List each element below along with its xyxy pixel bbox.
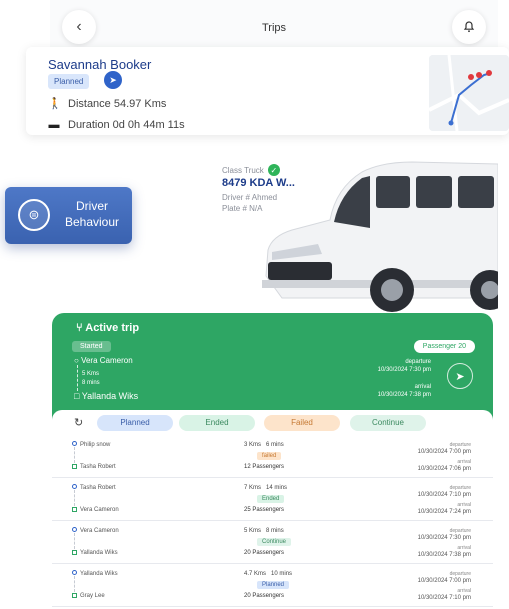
trip-passengers: 20 Passengers (244, 550, 285, 556)
trip-status-badge: Planned (257, 581, 290, 589)
trip-row[interactable]: Vera Cameron Yallanda Wiks 5 Kms 8 mins … (52, 522, 493, 564)
vehicle-class: Class Truck (222, 165, 264, 175)
trip-filter-bar: ↻ Planned Ended Failed Continue (52, 410, 493, 436)
active-trip-destination: □ Yallanda Wiks (74, 391, 139, 401)
destination-square-icon (72, 464, 77, 469)
truck-icon: ▬ (48, 119, 60, 131)
origin-dot-icon (72, 570, 77, 575)
duration-value: Duration 0d 0h 44m 11s (68, 119, 185, 131)
trip-destination: Vera Cameron (80, 507, 119, 513)
bell-icon (463, 21, 475, 33)
trip-arrival: arrival 10/30/2024 7:38 pm (417, 545, 471, 558)
steering-wheel-icon: ⊜ (18, 199, 50, 231)
route-connector (74, 447, 75, 463)
destination-square-icon (72, 550, 77, 555)
trip-metrics: 5 Kms 8 mins (244, 528, 284, 534)
refresh-icon[interactable]: ↻ (74, 416, 83, 429)
trip-status-badge: Continue (257, 538, 292, 546)
top-navigation: ‹ Trips (50, 0, 498, 50)
trip-destination: Tasha Robert (80, 464, 116, 470)
navigate-trip-button[interactable]: ➤ (447, 363, 473, 389)
duration-row: ▬ Duration 0d 0h 44m 11s (48, 119, 185, 131)
trip-destination: Gray Lee (80, 593, 105, 599)
distance-value: Distance 54.97 Kms (68, 97, 167, 110)
trip-departure: departure 10/30/2024 7:30 pm (417, 528, 471, 541)
route-map-thumbnail[interactable] (429, 55, 509, 131)
page-title: Trips (261, 22, 287, 34)
route-connector (77, 365, 78, 391)
trip-passengers: 20 Passengers (244, 593, 285, 599)
trip-departure: departure 10/30/2024 7:00 pm (417, 442, 471, 455)
passenger-count-badge: Passenger 20 (413, 340, 475, 353)
driver-behaviour-label: Driver Behaviour (64, 199, 120, 229)
send-arrow-icon: ➤ (455, 370, 465, 383)
filter-failed[interactable]: Failed (264, 415, 340, 431)
van-image (262, 161, 498, 312)
active-trip-title: ⑂ Active trip (76, 322, 140, 334)
trip-row[interactable]: Yallanda Wiks Gray Lee 4.7 Kms 10 mins P… (52, 565, 493, 607)
trip-row[interactable]: Philip snow Tasha Robert 3 Kms 6 mins fa… (52, 436, 493, 478)
trip-status-badge: Ended (257, 495, 285, 503)
trip-arrival: arrival 10/30/2024 7:06 pm (417, 459, 471, 472)
trip-origin: Yallanda Wiks (80, 571, 118, 577)
filter-continue[interactable]: Continue (350, 415, 426, 431)
destination-square-icon (72, 593, 77, 598)
trip-metrics: 3 Kms 6 mins (244, 442, 284, 448)
route-icon: ⑂ (76, 322, 86, 334)
trip-arrival: arrival 10/30/2024 7:10 pm (417, 588, 471, 601)
trip-origin: Vera Cameron (80, 528, 119, 534)
notification-button[interactable] (452, 10, 486, 44)
trip-metrics: 7 Kms 14 mins (244, 485, 288, 491)
trip-passengers: 25 Passengers (244, 507, 285, 513)
trip-passengers: 12 Passengers (244, 464, 285, 470)
trip-departure: departure 10/30/2024 7:00 pm (417, 571, 471, 584)
navigation-arrow-icon: ➤ (109, 74, 117, 85)
origin-dot-icon (72, 527, 77, 532)
route-connector (74, 490, 75, 506)
navigate-button[interactable]: ➤ (104, 71, 122, 89)
active-trip-origin: ○ Vera Cameron (74, 356, 133, 365)
driver-name: Savannah Booker (48, 57, 152, 72)
filter-planned[interactable]: Planned (97, 415, 173, 431)
filter-ended[interactable]: Ended (179, 415, 255, 431)
trip-departure: departure 10/30/2024 7:10 pm (417, 485, 471, 498)
origin-dot-icon (72, 484, 77, 489)
trip-destination: Yallanda Wiks (80, 550, 118, 556)
active-trip-departure: departure 10/30/2024 7:30 pm (377, 359, 431, 373)
origin-dot-icon (72, 441, 77, 446)
active-trip-metrics: 5 Kms 8 mins (82, 371, 100, 386)
active-trip-arrival: arrival 10/30/2024 7:38 pm (377, 384, 431, 398)
trip-status-badge: Planned (48, 74, 90, 89)
trip-origin: Tasha Robert (80, 485, 116, 491)
trip-row[interactable]: Tasha Robert Vera Cameron 7 Kms 14 mins … (52, 479, 493, 521)
walking-person-icon: 🚶 (48, 98, 62, 110)
active-trip-status-badge: Started (72, 341, 111, 352)
route-connector (74, 576, 75, 592)
trip-origin: Philip snow (80, 442, 111, 448)
destination-square-icon (72, 507, 77, 512)
trip-metrics: 4.7 Kms 10 mins (244, 571, 293, 577)
driver-summary-card: Savannah Booker Planned ➤ 🚶 Distance 54.… (26, 47, 509, 135)
trip-arrival: arrival 10/30/2024 7:24 pm (417, 502, 471, 515)
active-trip-card[interactable]: ⑂ Active trip Started Passenger 20 ○ Ver… (52, 313, 493, 423)
route-connector (74, 533, 75, 549)
distance-row: 🚶 Distance 54.97 Kms (48, 97, 167, 111)
driver-behaviour-button[interactable]: ⊜ Driver Behaviour (5, 187, 132, 244)
trip-status-badge: failed (257, 452, 282, 460)
